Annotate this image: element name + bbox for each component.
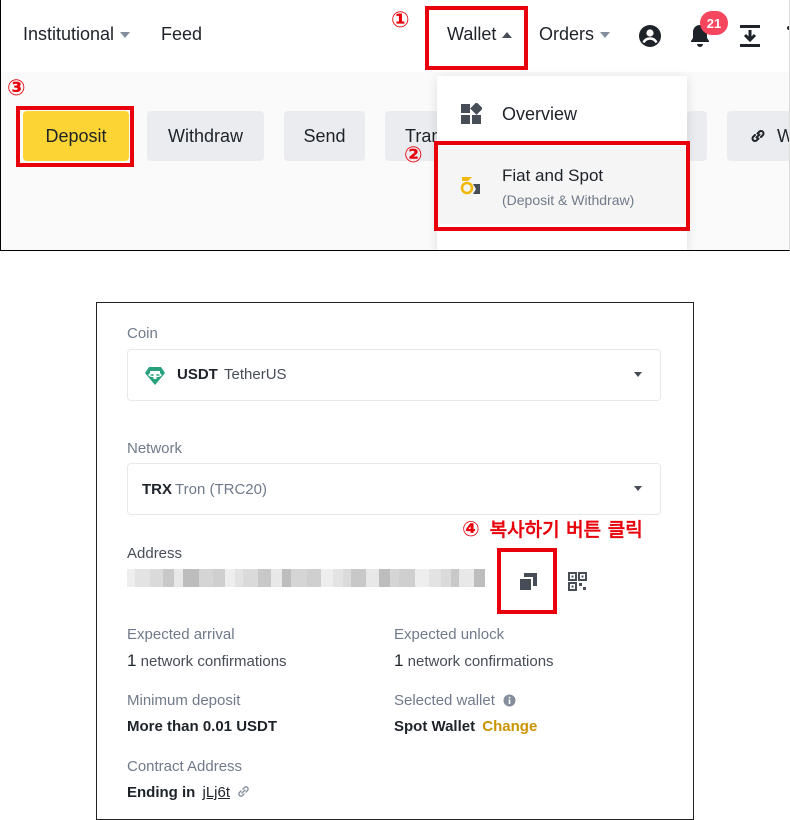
selected-wallet-label-text: Selected wallet — [394, 692, 495, 709]
coin-symbol: USDT — [177, 366, 218, 383]
address-blur-cell — [199, 569, 213, 587]
contract-suffix-link[interactable]: jLj6t — [203, 784, 231, 801]
annotation-step-4: ④ 복사하기 버튼 클릭 — [462, 515, 643, 542]
address-blur-cell — [307, 569, 321, 587]
address-blur-cell — [429, 569, 441, 587]
address-blur-cell — [163, 569, 174, 587]
address-blur-cell — [127, 569, 135, 587]
annotation-box-deposit — [16, 106, 134, 167]
expected-arrival-text: network confirmations — [140, 653, 287, 670]
nav-feed[interactable]: Feed — [161, 24, 202, 45]
selected-wallet-name: Spot Wallet — [394, 718, 476, 735]
address-blur-cell — [441, 569, 451, 587]
menu-overview-label: Overview — [502, 104, 578, 124]
annotation-box-wallet — [425, 6, 528, 70]
coin-name: TetherUS — [224, 366, 287, 383]
contract-prefix: Ending in — [127, 784, 196, 801]
address-blur-cell — [235, 569, 243, 587]
address-blur-cell — [415, 569, 429, 587]
address-blur-cell — [351, 569, 366, 587]
address-blur-cell — [135, 569, 150, 587]
grid-icon — [461, 103, 482, 124]
download-icon[interactable] — [739, 24, 761, 48]
user-icon[interactable] — [638, 24, 662, 48]
expected-unlock-value: 1 network confirmations — [394, 651, 554, 671]
address-blur-cell — [390, 569, 399, 587]
coin-label: Coin — [127, 325, 158, 342]
address-blur-cell — [291, 569, 307, 587]
address-blur-cell — [174, 569, 183, 587]
expected-arrival-label: Expected arrival — [127, 626, 235, 643]
address-blur-cell — [213, 569, 225, 587]
selected-wallet-value: Spot Wallet Change — [394, 718, 537, 735]
address-blur-cell — [225, 569, 235, 587]
address-label: Address — [127, 545, 183, 562]
expected-arrival-num: 1 — [127, 651, 137, 670]
address-blur-cell — [183, 569, 199, 587]
address-blur-cell — [150, 569, 163, 587]
min-deposit-label: Minimum deposit — [127, 692, 241, 709]
annotation-step-4-text: 복사하기 버튼 클릭 — [489, 519, 643, 541]
network-symbol: TRX — [142, 481, 172, 498]
address-blur-cell — [379, 569, 390, 587]
annotation-box-fiat-spot — [434, 141, 690, 231]
nav-institutional[interactable]: Institutional — [23, 24, 131, 45]
nav-institutional-label: Institutional — [23, 24, 115, 44]
notification-badge: 21 — [700, 11, 728, 35]
expected-unlock-text: network confirmations — [407, 653, 554, 670]
address-blur-cell — [366, 569, 379, 587]
annotation-step-4-num: ④ — [462, 518, 480, 541]
link-icon — [751, 130, 765, 142]
deposit-form-panel: Coin USDT TetherUS Network TRX Tron (TRC… — [96, 302, 694, 820]
address-blur-cell — [399, 569, 415, 587]
network-name: Tron (TRC20) — [175, 481, 267, 498]
tether-icon — [145, 367, 165, 385]
menu-item-overview[interactable]: Overview — [437, 90, 687, 138]
annotation-step-1: ① — [391, 7, 410, 32]
link-button[interactable]: W — [727, 111, 789, 161]
chevron-down-icon — [120, 32, 131, 39]
change-wallet-link[interactable]: Change — [482, 718, 537, 735]
network-select[interactable]: TRX Tron (TRC20) — [127, 463, 661, 515]
address-blur-cell — [258, 569, 271, 587]
chevron-down-icon — [634, 372, 642, 377]
address-blur-cell — [271, 569, 282, 587]
nav-orders-label: Orders — [539, 24, 595, 44]
network-label: Network — [127, 440, 183, 457]
nav-orders[interactable]: Orders — [539, 24, 611, 45]
link-icon[interactable] — [236, 784, 251, 799]
link-button-label: W — [777, 126, 789, 147]
expected-unlock-label: Expected unlock — [394, 626, 505, 643]
expected-arrival-value: 1 network confirmations — [127, 651, 287, 671]
address-blur-cell — [474, 569, 485, 587]
chevron-down-icon — [600, 32, 611, 39]
address-blur-cell — [451, 569, 459, 587]
withdraw-button[interactable]: Withdraw — [147, 111, 264, 161]
contract-address-label: Contract Address — [127, 758, 243, 775]
address-blur-cell — [282, 569, 291, 587]
chevron-down-icon — [634, 486, 642, 491]
send-button[interactable]: Send — [284, 111, 365, 161]
address-blur-cell — [333, 569, 343, 587]
deposit-address-blurred — [127, 569, 485, 587]
address-blur-cell — [343, 569, 351, 587]
annotation-step-3: ③ — [7, 75, 26, 100]
coin-select[interactable]: USDT TetherUS — [127, 349, 661, 401]
address-blur-cell — [459, 569, 474, 587]
qr-code-icon[interactable] — [568, 572, 587, 591]
address-blur-cell — [321, 569, 333, 587]
contract-address-value: Ending in jLj6t — [127, 784, 251, 801]
partial-button[interactable] — [687, 111, 707, 161]
expected-unlock-num: 1 — [394, 651, 404, 670]
exchange-header-panel: Institutional Feed Wallet Orders 21 Depo… — [0, 0, 790, 251]
min-deposit-value: More than 0.01 USDT — [127, 718, 278, 735]
selected-wallet-label: Selected wallet — [394, 692, 516, 709]
address-blur-cell — [243, 569, 258, 587]
annotation-step-2: ② — [404, 142, 423, 167]
annotation-box-copy — [497, 548, 557, 614]
info-icon[interactable] — [503, 694, 516, 707]
